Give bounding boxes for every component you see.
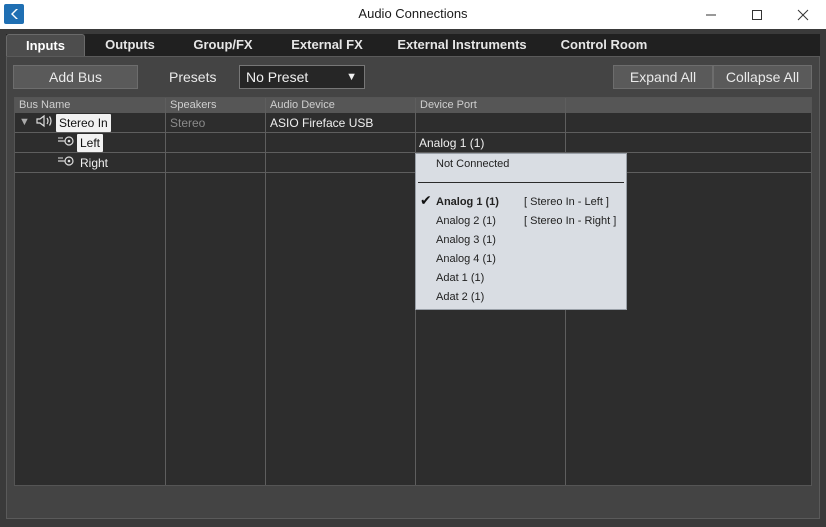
window-body: Inputs Outputs Group/FX External FX Exte…	[0, 29, 826, 527]
dropdown-arrow-icon: ▼	[346, 71, 357, 83]
tab-inputs[interactable]: Inputs	[6, 34, 85, 56]
tab-control-room[interactable]: Control Room	[554, 34, 654, 56]
channel-connector-icon	[57, 154, 75, 172]
header-device-port[interactable]: Device Port	[416, 98, 811, 113]
channel-connector-icon	[57, 134, 75, 152]
expand-triangle-icon[interactable]: ▼	[19, 113, 30, 131]
preset-value: No Preset	[246, 69, 309, 85]
menu-item-label: Analog 2 (1)	[436, 215, 496, 227]
maximize-button[interactable]	[734, 0, 780, 29]
bus-name[interactable]: Stereo In	[56, 114, 111, 132]
tab-strip: Inputs Outputs Group/FX External FX Exte…	[6, 34, 820, 56]
row-divider	[15, 172, 811, 173]
row-divider	[15, 132, 811, 133]
expand-all-button[interactable]: Expand All	[613, 65, 713, 89]
presets-label: Presets	[169, 69, 217, 85]
checkmark-icon: ✔	[420, 192, 432, 208]
menu-item-label: Analog 1 (1)	[436, 196, 499, 208]
menu-item-assignment: [ Stereo In - Left ]	[524, 196, 609, 208]
header-speakers[interactable]: Speakers	[166, 98, 265, 113]
channel-name[interactable]: Right	[80, 154, 108, 172]
minimize-button[interactable]	[688, 0, 734, 29]
collapse-all-button[interactable]: Collapse All	[713, 65, 812, 89]
title-bar: Audio Connections	[0, 0, 826, 29]
tab-external-instruments[interactable]: External Instruments	[392, 34, 532, 56]
menu-separator	[418, 182, 624, 183]
connections-grid: Bus Name Speakers Audio Device Device Po…	[14, 97, 812, 486]
tab-outputs[interactable]: Outputs	[92, 34, 168, 56]
menu-item[interactable]: Adat 1 (1)	[436, 272, 484, 284]
header-audio-device[interactable]: Audio Device	[266, 98, 415, 113]
menu-item[interactable]: Analog 4 (1)	[436, 253, 496, 265]
menu-item-assignment: [ Stereo In - Right ]	[524, 215, 617, 227]
close-button[interactable]	[780, 0, 826, 29]
tab-external-fx[interactable]: External FX	[281, 34, 373, 56]
menu-item[interactable]: Analog 3 (1)	[436, 234, 496, 246]
audio-device-value[interactable]: ASIO Fireface USB	[270, 114, 373, 132]
inputs-panel: Add Bus Presets No Preset ▼ Expand All C…	[6, 56, 820, 519]
column-divider	[165, 98, 166, 485]
speakers-value: Stereo	[170, 116, 206, 130]
menu-item[interactable]: Adat 2 (1)	[436, 291, 484, 303]
menu-item-not-connected[interactable]: Not Connected	[436, 158, 509, 170]
channel-name[interactable]: Left	[77, 134, 104, 152]
row-divider	[15, 152, 811, 153]
device-port-value[interactable]: Analog 1 (1)	[419, 134, 484, 152]
speaker-icon	[36, 114, 54, 133]
preset-select[interactable]: No Preset ▼	[239, 65, 365, 89]
column-divider	[265, 98, 266, 485]
device-port-dropdown: Not Connected ✔ Analog 1 (1) [ Stereo In…	[415, 153, 627, 310]
tab-group-fx[interactable]: Group/FX	[180, 34, 266, 56]
header-bus-name[interactable]: Bus Name	[15, 98, 165, 113]
add-bus-button[interactable]: Add Bus	[13, 65, 138, 89]
